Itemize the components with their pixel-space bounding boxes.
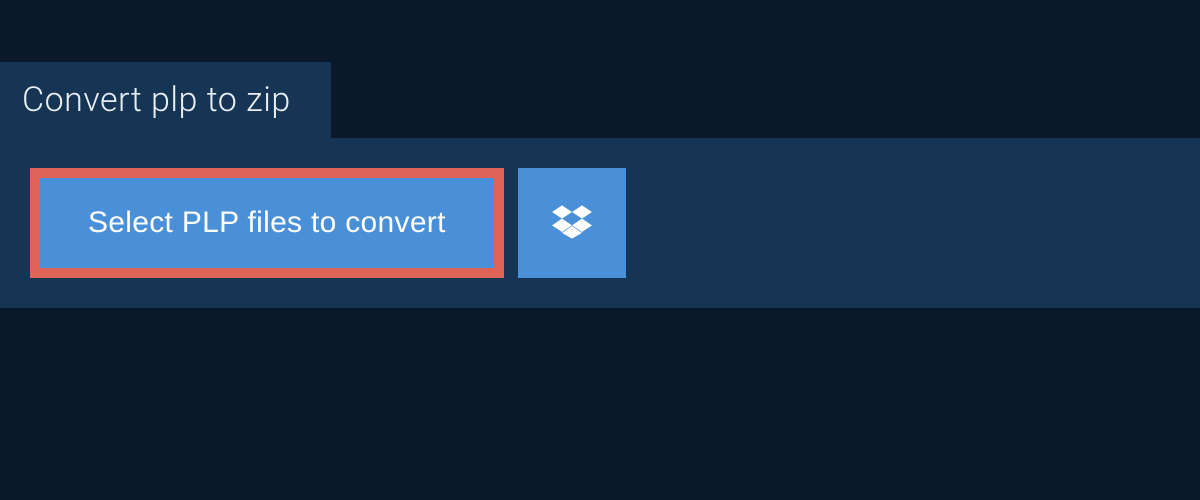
select-button-label: Select PLP files to convert <box>88 206 446 240</box>
tab-label: Convert plp to zip <box>22 80 291 120</box>
tab-bar: Convert plp to zip <box>0 0 1200 138</box>
dropbox-button[interactable] <box>518 168 626 278</box>
select-files-button[interactable]: Select PLP files to convert <box>30 168 504 278</box>
button-row: Select PLP files to convert <box>30 168 1170 278</box>
content-panel: Select PLP files to convert <box>0 138 1200 308</box>
tab-convert[interactable]: Convert plp to zip <box>0 62 331 138</box>
dropbox-icon <box>552 202 592 245</box>
